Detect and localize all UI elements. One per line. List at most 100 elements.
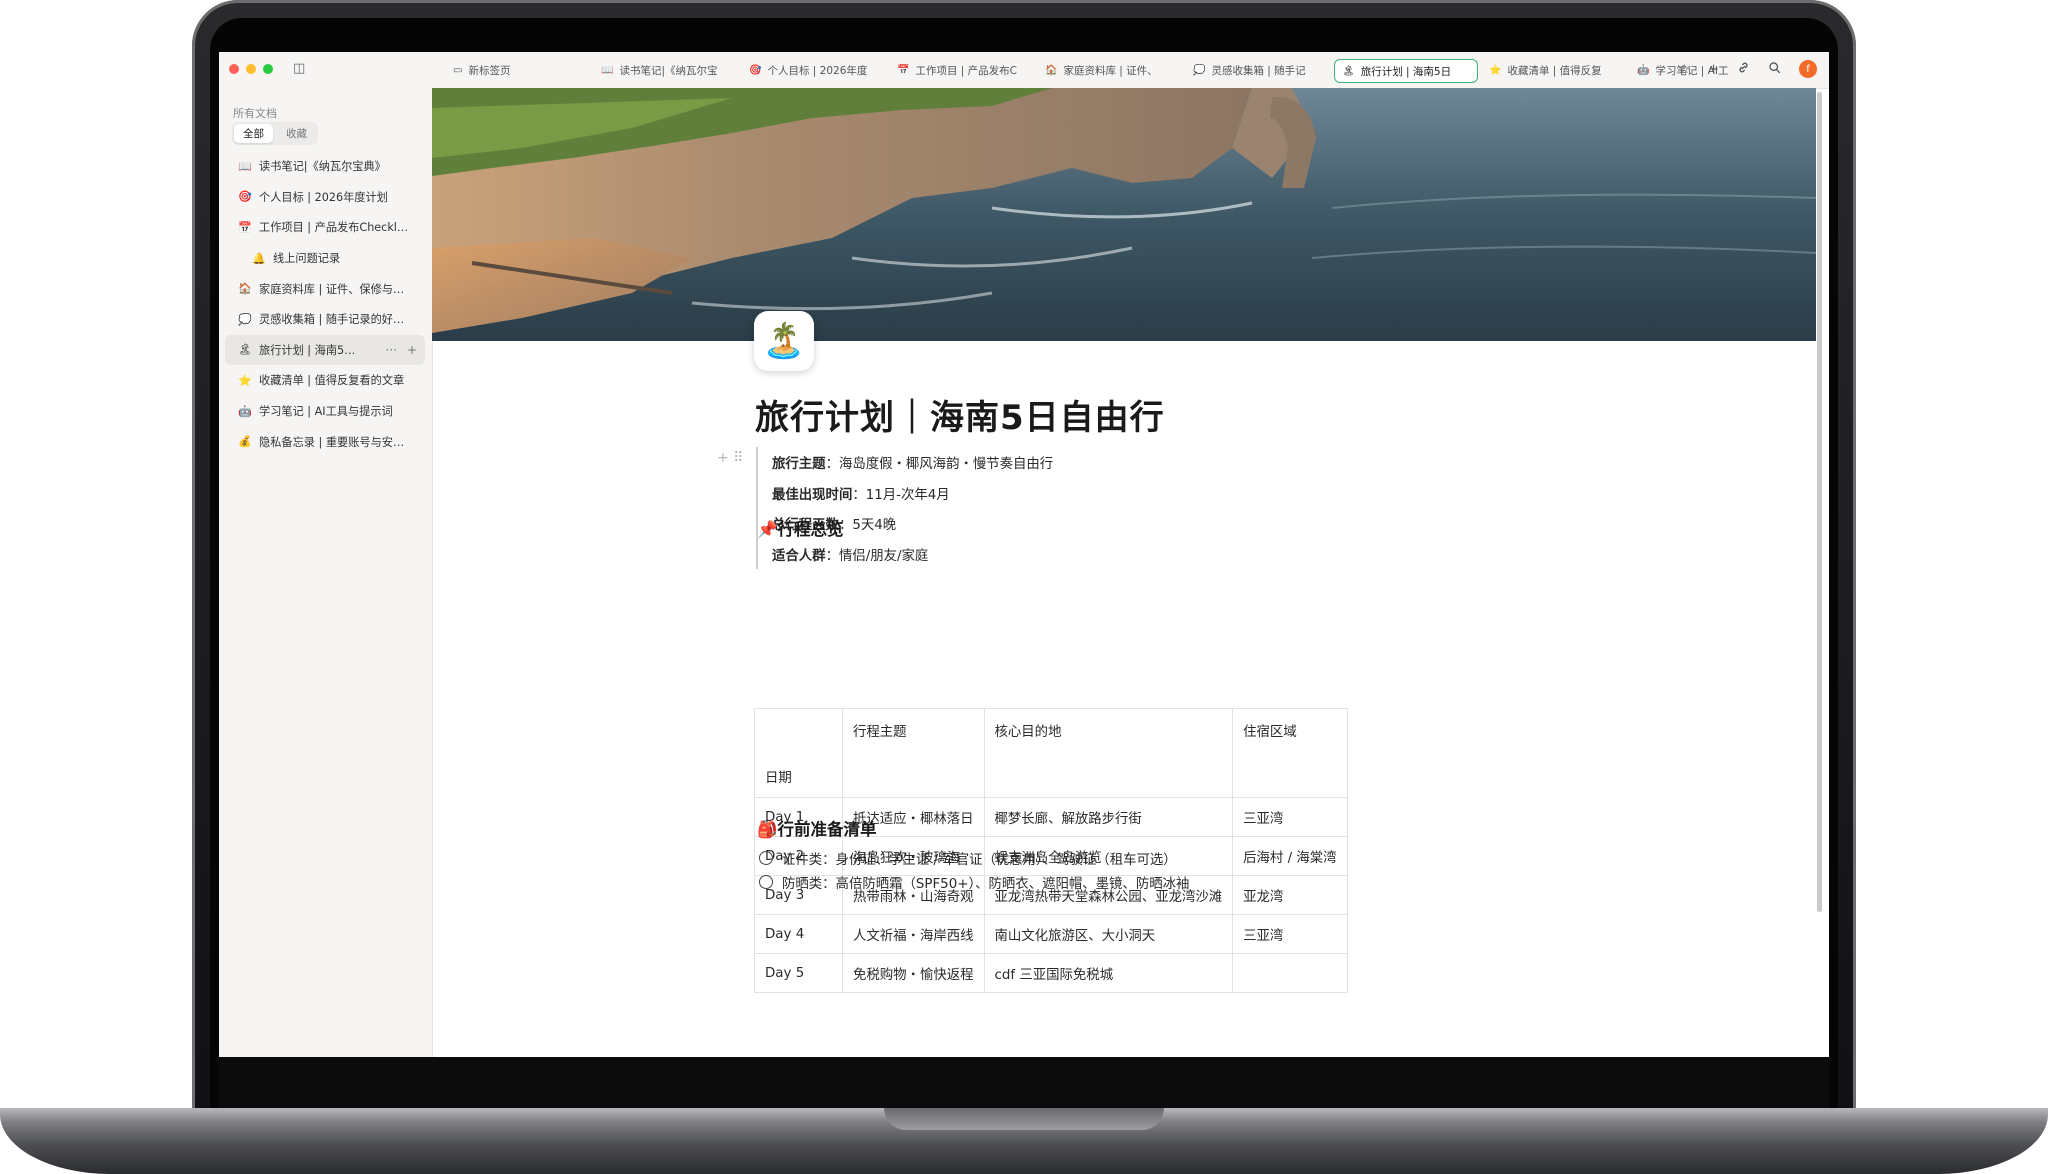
favorite-star-icon[interactable]: ☆ — [1678, 62, 1690, 77]
info-value: ：情侣/朋友/家庭 — [825, 548, 929, 564]
drag-handle-icon[interactable]: ⠿ — [733, 450, 743, 466]
table-cell[interactable]: 三亚湾 — [1232, 797, 1348, 837]
table-cell[interactable]: 南山文化旅游区、大小洞天 — [983, 914, 1234, 954]
tab-label: 个人目标 | 2026年度 — [767, 64, 868, 77]
laptop-chin — [218, 1057, 1830, 1109]
sidebar-item[interactable]: 🔔 线上问题记录 — [225, 243, 425, 274]
table-cell[interactable]: Day 5 — [754, 953, 843, 993]
checklist-item: 防晒类：高倍防晒霜（SPF50+）、防晒衣、遮阳帽、墨镜、防晒冰袖 — [759, 872, 1189, 892]
table-cell[interactable]: Day 4 — [754, 914, 843, 954]
sidebar-item-label: 家庭资料库 | 证件、保修与账单 — [259, 282, 409, 296]
sidebar-item-label: 收藏清单 | 值得反复看的文章 — [259, 374, 405, 388]
more-options-icon[interactable]: ··· — [385, 343, 396, 357]
sidebar-item[interactable]: 🏝 旅行计划 | 海南5日... ··· + — [225, 334, 425, 366]
cover-image[interactable] — [432, 88, 1816, 341]
sidebar-item[interactable]: 📅 工作项目 | 产品发布Checklist — [225, 212, 425, 243]
page-emoji-icon[interactable]: 🏝️ — [754, 311, 814, 371]
checklist-text[interactable]: 防晒类：高倍防晒霜（SPF50+）、防晒衣、遮阳帽、墨镜、防晒冰袖 — [782, 872, 1189, 892]
table-row: Day 5 免税购物・愉快返程 cdf 三亚国际免税城 — [754, 953, 1348, 993]
table-cell[interactable] — [1232, 953, 1348, 993]
tab[interactable]: ▭ 新标签页 — [446, 59, 590, 81]
tab-bar: ▭ 新标签页 📖 读书笔记|《纳瓦尔宝 🎯 个人目标 | 2026年度 📅 工作项目 | 产品… — [432, 52, 1829, 89]
tab-emoji-icon: 🎯 — [749, 64, 762, 76]
tab[interactable]: 💭 灵感收集箱 | 随手记 — [1186, 59, 1330, 81]
filter-all-tab[interactable]: 全部 — [234, 124, 273, 143]
tab-label: 家庭资料库 | 证件、 — [1063, 64, 1158, 77]
info-row[interactable]: 最佳出现时间 ：11月-次年4月 — [772, 478, 1053, 509]
table-cell[interactable]: cdf 三亚国际免税城 — [983, 953, 1234, 993]
sidebar-item-label: 个人目标 | 2026年度计划 — [259, 190, 388, 204]
info-key: 最佳出现时间 — [772, 487, 853, 503]
search-icon[interactable] — [1768, 61, 1781, 78]
tab-label: 旅行计划 | 海南5日 — [1360, 65, 1452, 78]
section-overview-heading[interactable]: 📌行程总览 — [757, 516, 844, 540]
table-header-cell[interactable]: 日期 — [754, 708, 843, 798]
table-header-cell[interactable]: 住宿区域 — [1232, 708, 1348, 798]
table-cell[interactable]: 免税购物・愉快返程 — [842, 953, 985, 993]
sidebar: ◫ 所有文档 全部 收藏 📖 读书笔记|《纳瓦尔宝典》 🎯 个人目标 | 2026年度… — [219, 52, 433, 1057]
info-key: 旅行主题 — [772, 457, 826, 473]
table-cell[interactable]: 亚龙湾 — [1232, 875, 1348, 915]
tab-label: 灵感收集箱 | 随手记 — [1211, 64, 1306, 77]
share-link-icon[interactable] — [1737, 61, 1750, 78]
sidebar-item-actions: ··· + — [385, 343, 417, 357]
todo-checkbox[interactable] — [759, 875, 773, 889]
sidebar-item[interactable]: 📖 读书笔记|《纳瓦尔宝典》 — [225, 151, 425, 182]
sidebar-item-label: 旅行计划 | 海南5日... — [259, 343, 359, 357]
tab-list: ▭ 新标签页 📖 读书笔记|《纳瓦尔宝 🎯 个人目标 | 2026年度 📅 工作项目 | 产品… — [446, 59, 1744, 83]
sidebar-filter: 全部 收藏 — [232, 122, 318, 145]
sidebar-item-label: 灵感收集箱 | 随手记录的好点子 — [259, 313, 409, 327]
sidebar-item[interactable]: 🤖 学习笔记 | AI工具与提示词 — [225, 396, 425, 427]
tab-emoji-icon: 🏠 — [1045, 64, 1058, 76]
tab[interactable]: 📅 工作项目 | 产品发布C — [890, 59, 1034, 81]
new-tab-plus-icon[interactable]: + — [1708, 62, 1719, 77]
tab-emoji-icon: 📖 — [601, 64, 614, 76]
table-cell[interactable]: 人文祈福・海岸西线 — [842, 914, 985, 954]
todo-checkbox[interactable] — [759, 851, 773, 865]
sidebar-toggle-icon[interactable]: ◫ — [293, 61, 305, 76]
sidebar-item[interactable]: 🏠 家庭资料库 | 证件、保修与账单 — [225, 273, 425, 304]
document-list: 📖 读书笔记|《纳瓦尔宝典》 🎯 个人目标 | 2026年度计划 📅 工作项目 | 产品发… — [225, 151, 425, 457]
zoom-window-button[interactable] — [263, 64, 273, 74]
sidebar-item[interactable]: 💭 灵感收集箱 | 随手记录的好点子 — [225, 304, 425, 335]
checklist-text[interactable]: 证件类：身份证、学生证 / 军官证（优惠用）、驾驶证（租车可选） — [782, 848, 1177, 868]
tab-label: 工作项目 | 产品发布C — [915, 64, 1017, 77]
doc-emoji-icon: 📖 — [238, 159, 252, 173]
user-avatar[interactable]: f — [1799, 60, 1817, 78]
add-subpage-icon[interactable]: + — [407, 343, 417, 357]
page-title[interactable]: 旅行计划｜海南5日自由行 — [755, 390, 1165, 439]
doc-emoji-icon: 💰 — [238, 435, 252, 449]
info-row[interactable]: 适合人群 ：情侣/朋友/家庭 — [772, 539, 1053, 570]
doc-emoji-icon: 🔔 — [252, 251, 266, 265]
tab[interactable]: 🏠 家庭资料库 | 证件、 — [1038, 59, 1182, 81]
tab[interactable]: 🎯 个人目标 | 2026年度 — [742, 59, 886, 81]
table-header-cell[interactable]: 行程主题 — [842, 708, 985, 798]
table-cell[interactable]: 后海村 / 海棠湾 — [1232, 836, 1348, 876]
table-cell[interactable]: 三亚湾 — [1232, 914, 1348, 954]
sidebar-item-label: 工作项目 | 产品发布Checklist — [259, 221, 409, 235]
sidebar-item[interactable]: ⭐ 收藏清单 | 值得反复看的文章 — [225, 365, 425, 396]
sidebar-item[interactable]: 💰 隐私备忘录 | 重要账号与安全... — [225, 426, 425, 457]
page-scrollbar[interactable] — [1817, 92, 1822, 912]
sidebar-item[interactable]: 🎯 个人目标 | 2026年度计划 — [225, 182, 425, 213]
doc-emoji-icon: ⭐ — [238, 373, 252, 387]
tab[interactable]: ⭐ 收藏清单 | 值得反复 — [1482, 59, 1626, 81]
info-row[interactable]: 旅行主题 ：海岛度假・椰风海韵・慢节奏自由行 — [772, 447, 1053, 478]
tab-label: 新标签页 — [468, 64, 511, 77]
table-header-cell[interactable]: 核心目的地 — [983, 708, 1234, 798]
tab-emoji-icon: 🏝 — [1342, 65, 1355, 77]
sidebar-item-label: 读书笔记|《纳瓦尔宝典》 — [259, 160, 386, 174]
block-handle[interactable]: + ⠿ — [717, 450, 743, 466]
minimize-window-button[interactable] — [246, 64, 256, 74]
doc-emoji-icon: 🤖 — [238, 404, 252, 418]
add-block-plus-icon[interactable]: + — [717, 450, 729, 466]
tab-emoji-icon: 📅 — [897, 64, 910, 76]
section-prep-heading[interactable]: 🎒行前准备清单 — [757, 816, 877, 840]
tab[interactable]: 📖 读书笔记|《纳瓦尔宝 — [594, 59, 738, 81]
table-cell[interactable]: 椰梦长廊、解放路步行街 — [983, 797, 1234, 837]
laptop-notch — [884, 1108, 1164, 1130]
filter-favorites-tab[interactable]: 收藏 — [277, 124, 316, 143]
tab[interactable]: 🏝 旅行计划 | 海南5日 — [1334, 59, 1478, 83]
checklist-item: 证件类：身份证、学生证 / 军官证（优惠用）、驾驶证（租车可选） — [759, 848, 1177, 868]
close-window-button[interactable] — [229, 64, 239, 74]
